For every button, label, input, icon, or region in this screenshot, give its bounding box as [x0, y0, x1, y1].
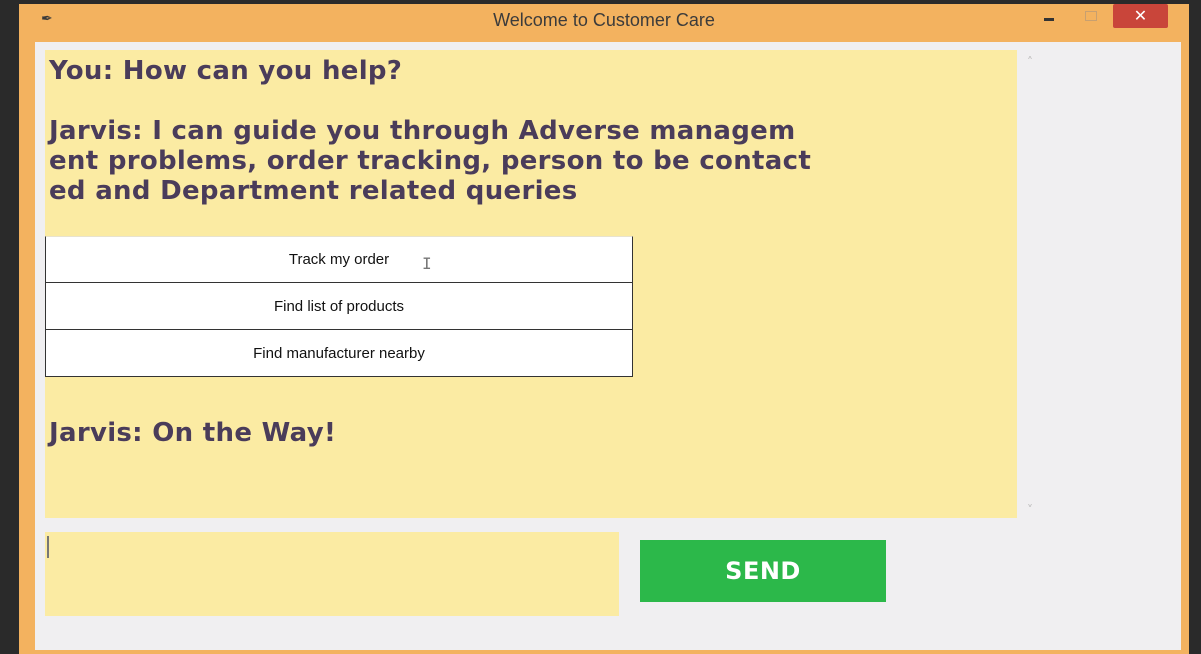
option-label: Find manufacturer nearby	[253, 344, 425, 362]
title-bar[interactable]: ✒ Welcome to Customer Care ✕	[19, 4, 1189, 38]
scroll-up-icon[interactable]: ˄	[1021, 56, 1039, 68]
close-button[interactable]: ✕	[1113, 4, 1168, 28]
bot-message-line: ent problems, order tracking, person to …	[49, 146, 812, 176]
chat-transcript[interactable]: You: How can you help? Jarvis: I can gui…	[45, 50, 1017, 518]
bot-message-line: ed and Department related queries	[49, 176, 578, 206]
bot-message-line: Jarvis: I can guide you through Adverse …	[49, 116, 796, 146]
track-order-button[interactable]: Track my order I	[45, 236, 633, 283]
minimize-button[interactable]	[1029, 4, 1069, 28]
find-products-button[interactable]: Find list of products	[45, 283, 633, 330]
maximize-button[interactable]	[1071, 4, 1111, 28]
input-caret	[47, 536, 49, 558]
send-button[interactable]: SEND	[640, 540, 886, 602]
text-cursor-icon: I	[422, 254, 432, 273]
maximize-icon	[1085, 11, 1097, 21]
option-label: Track my order	[288, 251, 390, 268]
chat-window: ✒ Welcome to Customer Care ✕ You: How ca…	[19, 4, 1189, 654]
user-message: You: How can you help?	[49, 56, 403, 86]
message-input[interactable]	[45, 532, 619, 616]
find-manufacturer-button[interactable]: Find manufacturer nearby	[45, 330, 633, 377]
bot-message: Jarvis: On the Way!	[49, 418, 337, 448]
chat-scrollbar[interactable]: ˄ ˅	[1021, 50, 1039, 518]
close-icon: ✕	[1133, 6, 1148, 25]
scroll-down-icon[interactable]: ˅	[1021, 504, 1039, 516]
option-label: Find list of products	[273, 297, 405, 315]
window-title: Welcome to Customer Care	[493, 10, 715, 30]
minimize-icon	[1044, 17, 1054, 21]
quick-reply-options: Track my order I Find list of products F…	[45, 236, 633, 377]
window-content: You: How can you help? Jarvis: I can gui…	[35, 42, 1181, 650]
